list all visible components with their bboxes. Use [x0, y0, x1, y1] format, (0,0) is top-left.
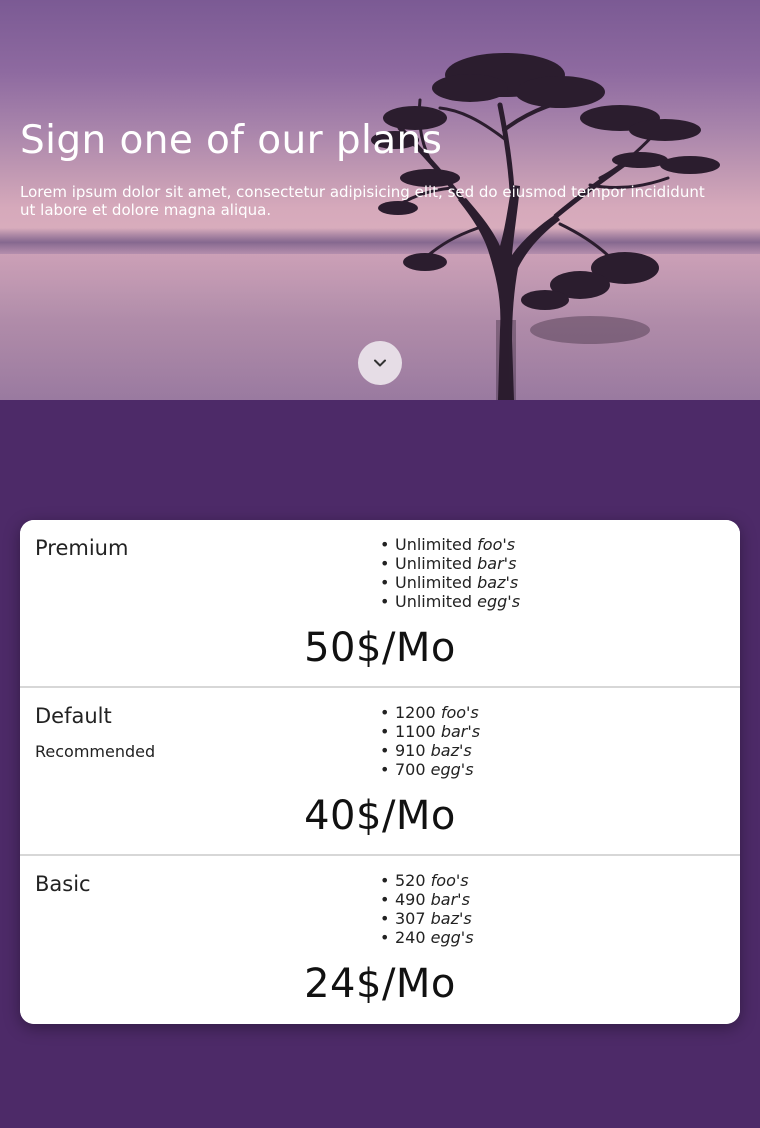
feature-item: 520 foo's: [380, 871, 474, 890]
plan-basic[interactable]: Basic 520 foo's 490 bar's 307 baz's 240 …: [20, 856, 740, 1024]
feature-item: Unlimited foo's: [380, 535, 520, 554]
hero-banner: Sign one of our plans Lorem ipsum dolor …: [0, 0, 760, 400]
feature-item: 307 baz's: [380, 909, 474, 928]
plan-name: Default: [35, 704, 112, 728]
plan-features: Unlimited foo's Unlimited bar's Unlimite…: [380, 535, 520, 611]
page-subtitle: Lorem ipsum dolor sit amet, consectetur …: [20, 183, 705, 219]
plan-name: Premium: [35, 536, 129, 560]
feature-item: 240 egg's: [380, 928, 474, 947]
plan-price: 24$/Mo: [304, 961, 456, 1007]
plan-price: 40$/Mo: [304, 793, 456, 839]
feature-item: 700 egg's: [380, 760, 480, 779]
feature-item: 1100 bar's: [380, 722, 480, 741]
feature-item: 1200 foo's: [380, 703, 480, 722]
plan-name: Basic: [35, 872, 91, 896]
feature-item: Unlimited baz's: [380, 573, 520, 592]
page-title: Sign one of our plans: [20, 118, 443, 163]
chevron-down-icon: [374, 359, 386, 367]
plan-price: 50$/Mo: [304, 625, 456, 671]
scroll-down-button[interactable]: [358, 341, 402, 385]
plan-features: 1200 foo's 1100 bar's 910 baz's 700 egg'…: [380, 703, 480, 779]
plan-default[interactable]: Default Recommended 1200 foo's 1100 bar'…: [20, 688, 740, 856]
feature-item: Unlimited egg's: [380, 592, 520, 611]
feature-item: 490 bar's: [380, 890, 474, 909]
feature-item: Unlimited bar's: [380, 554, 520, 573]
plans-card: Premium Unlimited foo's Unlimited bar's …: [20, 520, 740, 1024]
feature-item: 910 baz's: [380, 741, 480, 760]
recommended-badge: Recommended: [35, 742, 156, 761]
plan-premium[interactable]: Premium Unlimited foo's Unlimited bar's …: [20, 520, 740, 688]
plan-features: 520 foo's 490 bar's 307 baz's 240 egg's: [380, 871, 474, 947]
